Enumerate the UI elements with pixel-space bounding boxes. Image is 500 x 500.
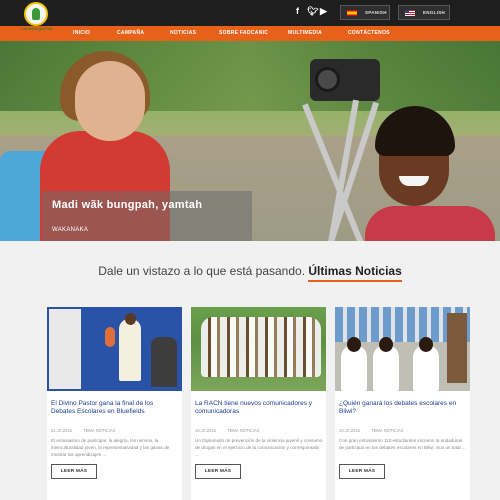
news-card-tag[interactable]: TEMA NOTICIAS [227, 428, 259, 433]
language-spanish-button[interactable]: SPANISH [340, 5, 390, 20]
youtube-icon[interactable]: ▶ [320, 6, 327, 17]
news-section-heading: Dale un vistazo a lo que está pasando. Ú… [0, 264, 500, 282]
read-more-button[interactable]: LEER MÁS [195, 464, 241, 479]
read-more-button[interactable]: LEER MÁS [51, 464, 97, 479]
logo-emblem-icon [24, 2, 48, 26]
news-card: ¿Quién ganará los debates escolares en B… [335, 307, 470, 500]
student [341, 337, 367, 391]
news-card-date: 15.10.2015 [195, 428, 216, 433]
news-card-image[interactable] [191, 307, 326, 391]
nav-item-multimedia[interactable]: MULTIMEDIA [288, 30, 322, 36]
nav-item-noticias[interactable]: NOTICIAS [170, 30, 196, 36]
student-seated [151, 337, 177, 387]
spain-flag-icon [347, 9, 357, 16]
top-bar: f 🐦︎ ▶ SPANISH ENGLISH [0, 0, 500, 26]
news-card-image[interactable] [47, 307, 182, 391]
hero-photo-girl-right [365, 106, 495, 241]
language-english-button[interactable]: ENGLISH [398, 5, 450, 20]
group-photo [201, 317, 321, 377]
news-card: El Divino Pastor gana la final de los De… [47, 307, 182, 500]
nav-item-sobre-fadcanic[interactable]: SOBRE FADCANIC [219, 30, 268, 36]
nav-item-inicio[interactable]: INICIO [73, 30, 90, 36]
hero-caption: Madi wãk bungpah, yamtah WAKANAKA [42, 191, 252, 241]
news-lead: Dale un vistazo a lo que está pasando. [98, 264, 306, 278]
news-card-tag[interactable]: TEMA NOTICIAS [83, 428, 115, 433]
balloons [105, 327, 115, 347]
girl-right-body [365, 206, 495, 241]
language-english-label: ENGLISH [423, 10, 446, 15]
news-card-date: 13.10.2015 [339, 428, 360, 433]
twitter-icon[interactable]: 🐦︎ [307, 6, 318, 17]
news-card-meta: 13.10.2015 TEMA NOTICIAS [339, 428, 467, 433]
news-card-meta: 15.10.2015 TEMA NOTICIAS [195, 428, 323, 433]
news-highlight[interactable]: Últimas Noticias [308, 264, 402, 282]
news-card-image[interactable] [335, 307, 470, 391]
shelf [447, 313, 467, 383]
camera-lens [315, 67, 340, 92]
hero-title: Madi wãk bungpah, yamtah [52, 199, 203, 211]
student-speaker [119, 313, 141, 381]
news-card-meta: 21.10.2015 TEMA NOTICIAS [51, 428, 179, 433]
hero-subtitle: WAKANAKA [52, 227, 89, 233]
us-flag-icon [405, 9, 415, 16]
news-card-title[interactable]: La RACN tiene nuevos comunicadores y com… [195, 400, 323, 416]
student [413, 337, 439, 391]
girl-left-face [75, 61, 145, 141]
logo-text: LA MOSQUITIA [21, 26, 53, 31]
news-card-date: 21.10.2015 [51, 428, 72, 433]
main-nav: INICIO CAMPAÑA NOTICIAS SOBRE FADCANIC M… [0, 26, 500, 41]
news-card-excerpt: El entusiasmo de participar, la alegría,… [51, 438, 170, 457]
hero-slider[interactable]: Madi wãk bungpah, yamtah WAKANAKA [0, 41, 500, 241]
girl-right-hair [375, 106, 455, 156]
news-card-title[interactable]: ¿Quién ganará los debates escolares en B… [339, 400, 467, 416]
language-spanish-label: SPANISH [365, 10, 387, 15]
news-card-excerpt: Con gran entusiasmo 110 estudiantes inic… [339, 438, 466, 450]
student [373, 337, 399, 391]
poster-board [49, 309, 81, 389]
read-more-button[interactable]: LEER MÁS [339, 464, 385, 479]
nav-item-contactenos[interactable]: CONTÁCTENOS [348, 30, 390, 36]
news-card-excerpt: Un Diplomado de prevención de la violenc… [195, 438, 323, 457]
news-card-title[interactable]: El Divino Pastor gana la final de los De… [51, 400, 179, 416]
news-card: La RACN tiene nuevos comunicadores y com… [191, 307, 326, 500]
nav-item-campana[interactable]: CAMPAÑA [117, 30, 144, 36]
news-card-tag[interactable]: TEMA NOTICIAS [371, 428, 403, 433]
facebook-icon[interactable]: f [296, 6, 299, 16]
site-logo[interactable]: LA MOSQUITIA [20, 2, 52, 32]
